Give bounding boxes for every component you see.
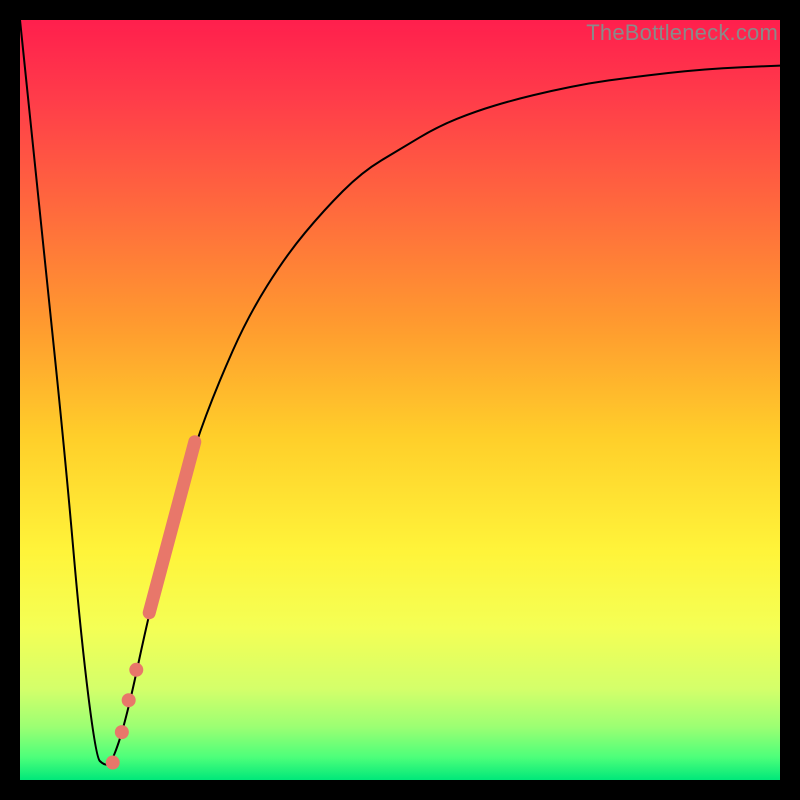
marker-dot: [129, 663, 143, 677]
marker-dot: [122, 693, 136, 707]
marker-dot: [115, 725, 129, 739]
marker-dot: [106, 756, 120, 770]
chart-plot: [20, 20, 780, 780]
watermark-text: TheBottleneck.com: [586, 20, 778, 46]
chart-frame: TheBottleneck.com: [20, 20, 780, 780]
